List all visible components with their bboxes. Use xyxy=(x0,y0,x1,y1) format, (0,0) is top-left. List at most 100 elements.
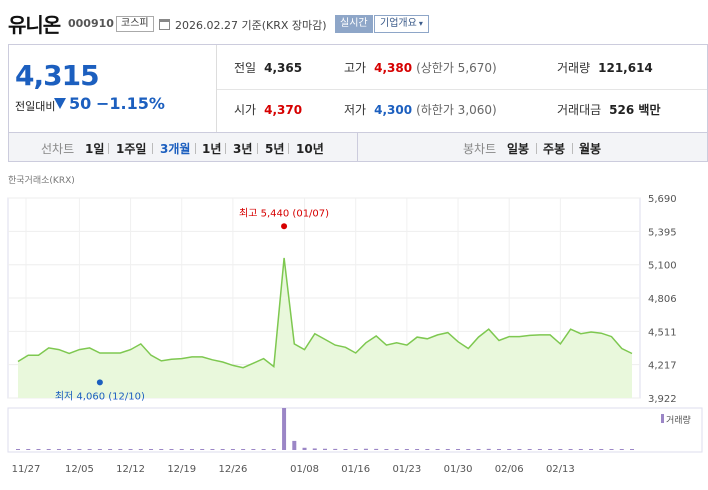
volume-bar xyxy=(353,449,358,450)
tab-candle-month[interactable]: 월봉 xyxy=(579,140,601,157)
volume-bar xyxy=(282,408,287,450)
tab-period-1d[interactable]: 1일 xyxy=(85,140,104,157)
volume-bar xyxy=(169,449,174,450)
volume-bar xyxy=(67,449,72,450)
volume-bar xyxy=(128,449,133,450)
stat-label: 저가 xyxy=(344,103,367,117)
volume-bar xyxy=(537,449,542,450)
tab-separator xyxy=(225,143,226,154)
y-tick-label: 3,922 xyxy=(648,394,677,405)
volume-bar xyxy=(363,448,368,450)
volume-bar xyxy=(87,449,92,450)
volume-bar xyxy=(609,449,614,450)
stock-header: 유니온 000910 코스피 2026.02.27 기준(KRX 장마감) 실시… xyxy=(0,0,708,37)
volume-frame xyxy=(7,407,703,453)
x-tick-label: 01/16 xyxy=(341,464,370,475)
volume-bar xyxy=(496,449,501,450)
volume-bar xyxy=(230,449,235,450)
volume-bar xyxy=(630,449,634,450)
company-overview-button[interactable]: 기업개요 ▾ xyxy=(374,15,429,33)
x-tick-label: 12/19 xyxy=(167,464,196,475)
volume-bar xyxy=(220,449,225,450)
tab-separator xyxy=(257,143,258,154)
tab-period-1w[interactable]: 1주일 xyxy=(116,140,146,157)
stat-value: 121,614 xyxy=(598,61,653,75)
volume-bar xyxy=(568,449,573,450)
chart-tabbar: 선차트 1일 1주일 3개월 1년 3년 5년 10년 봉차트 일봉 주봉 월봉 xyxy=(8,132,708,162)
tab-candle-week[interactable]: 주봉 xyxy=(543,140,565,157)
volume-legend: 거래량 xyxy=(666,416,691,426)
change-percent: −1.15% xyxy=(96,94,165,113)
down-triangle-icon xyxy=(54,98,66,109)
x-tick-label: 12/26 xyxy=(218,464,247,475)
stat-value: 4,380 xyxy=(374,61,413,75)
tab-separator xyxy=(108,143,109,154)
stat-value: 4,370 xyxy=(264,103,303,117)
lower-limit: (하한가 3,060) xyxy=(416,103,497,117)
volume-bar xyxy=(108,449,113,450)
volume-bar xyxy=(619,449,624,450)
tab-period-1y[interactable]: 1년 xyxy=(202,140,221,157)
volume-bar xyxy=(404,449,409,450)
tab-period-3m[interactable]: 3개월 xyxy=(160,140,190,157)
volume-bar xyxy=(343,449,348,450)
tab-candle-day[interactable]: 일봉 xyxy=(507,140,529,157)
volume-bar xyxy=(312,448,317,450)
tab-period-10y[interactable]: 10년 xyxy=(296,140,324,157)
line-chart-label: 선차트 xyxy=(41,142,75,156)
min-label: 최저 4,060 (12/10) xyxy=(55,390,145,402)
tab-separator xyxy=(195,143,196,154)
x-tick-label: 01/23 xyxy=(392,464,421,475)
volume-bar xyxy=(16,449,20,450)
stat-label: 시가 xyxy=(234,103,257,117)
volume-bar xyxy=(46,449,51,450)
volume-bar xyxy=(415,449,420,450)
stock-code: 000910 xyxy=(68,17,114,30)
volume-bar xyxy=(149,449,154,450)
stat-label: 전일 xyxy=(234,61,257,75)
tab-separator xyxy=(288,143,289,154)
volume-legend-swatch xyxy=(661,414,664,423)
y-tick-label: 5,395 xyxy=(648,227,677,238)
current-price: 4,315 xyxy=(15,59,100,92)
change-label: 전일대비 xyxy=(15,100,56,113)
stat-label: 거래량 xyxy=(557,61,591,75)
volume-bar xyxy=(517,449,522,450)
stat-label: 고가 xyxy=(344,61,367,75)
tab-period-3y[interactable]: 3년 xyxy=(233,140,252,157)
realtime-button[interactable]: 실시간 xyxy=(335,15,373,33)
base-date: 2026.02.27 기준(KRX 장마감) xyxy=(175,19,327,32)
y-tick-label: 4,217 xyxy=(648,361,677,372)
market-badge: 코스피 xyxy=(116,16,154,32)
volume-bar xyxy=(56,449,61,450)
volume-bar xyxy=(26,449,31,450)
volume-bar xyxy=(589,449,594,450)
tab-separator xyxy=(536,143,537,154)
x-tick-label: 11/27 xyxy=(12,464,41,475)
stat-volume: 거래량 121,614 xyxy=(557,59,653,76)
y-tick-label: 5,100 xyxy=(648,261,677,272)
volume-bar xyxy=(456,449,461,450)
tab-separator xyxy=(152,143,153,154)
x-tick-label: 02/13 xyxy=(546,464,575,475)
volume-bar xyxy=(200,449,205,450)
volume-bar xyxy=(333,448,338,450)
volume-bar xyxy=(302,447,307,450)
stat-high: 고가 4,380 (상한가 5,670) xyxy=(344,59,497,76)
stat-value: 4,300 xyxy=(374,103,413,117)
stat-prev-close: 전일 4,365 xyxy=(234,59,302,76)
stat-low: 저가 4,300 (하한가 3,060) xyxy=(344,101,497,118)
x-tick-label: 01/08 xyxy=(290,464,319,475)
tabbar-divider xyxy=(357,133,358,161)
chevron-down-icon: ▾ xyxy=(418,19,423,28)
y-tick-label: 4,806 xyxy=(648,294,677,305)
volume-bar xyxy=(118,449,123,450)
volume-bar xyxy=(189,449,194,450)
volume-bar xyxy=(548,449,553,450)
volume-bar xyxy=(466,449,471,450)
tab-period-5y[interactable]: 5년 xyxy=(265,140,284,157)
volume-bar xyxy=(558,449,563,450)
volume-bar xyxy=(374,448,379,450)
volume-bar xyxy=(292,440,297,450)
volume-bar xyxy=(261,449,266,450)
